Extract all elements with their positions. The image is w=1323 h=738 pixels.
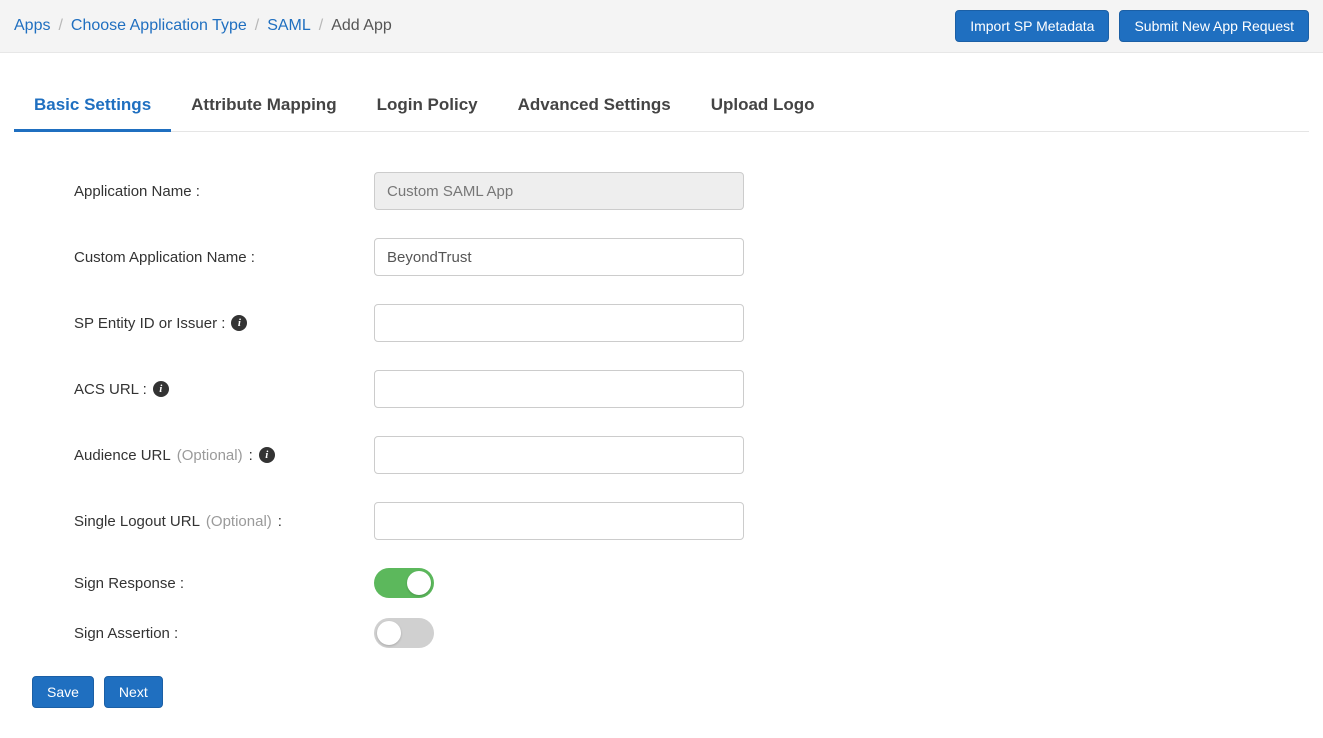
label-application-name: Application Name : bbox=[74, 183, 374, 200]
info-icon[interactable]: i bbox=[259, 447, 275, 463]
single-logout-url-input[interactable] bbox=[374, 502, 744, 540]
label-optional: (Optional) bbox=[177, 447, 243, 464]
tabs: Basic Settings Attribute Mapping Login P… bbox=[14, 83, 1309, 132]
sp-entity-id-input[interactable] bbox=[374, 304, 744, 342]
label-text: Single Logout URL bbox=[74, 513, 200, 530]
tab-attribute-mapping[interactable]: Attribute Mapping bbox=[171, 83, 356, 132]
form-area: Application Name : Custom Application Na… bbox=[14, 132, 914, 648]
label-optional: (Optional) bbox=[206, 513, 272, 530]
footer-buttons: Save Next bbox=[32, 676, 1309, 708]
row-sign-response: Sign Response : bbox=[74, 568, 914, 598]
save-button[interactable]: Save bbox=[32, 676, 94, 708]
label-sign-assertion: Sign Assertion : bbox=[74, 625, 374, 642]
breadcrumb-saml[interactable]: SAML bbox=[267, 17, 311, 35]
label-colon: : bbox=[249, 447, 253, 464]
submit-new-app-request-button[interactable]: Submit New App Request bbox=[1119, 10, 1309, 42]
row-sign-assertion: Sign Assertion : bbox=[74, 618, 914, 648]
row-audience-url: Audience URL (Optional) : i bbox=[74, 436, 914, 474]
label-sign-response: Sign Response : bbox=[74, 575, 374, 592]
toggle-knob bbox=[407, 571, 431, 595]
breadcrumb-sep: / bbox=[319, 17, 323, 35]
toggle-knob bbox=[377, 621, 401, 645]
tab-advanced-settings[interactable]: Advanced Settings bbox=[498, 83, 691, 132]
label-colon: : bbox=[278, 513, 282, 530]
row-sp-entity-id: SP Entity ID or Issuer : i bbox=[74, 304, 914, 342]
row-application-name: Application Name : bbox=[74, 172, 914, 210]
top-bar: Apps / Choose Application Type / SAML / … bbox=[0, 0, 1323, 53]
custom-application-name-input[interactable] bbox=[374, 238, 744, 276]
info-icon[interactable]: i bbox=[153, 381, 169, 397]
label-audience-url: Audience URL (Optional) : i bbox=[74, 447, 374, 464]
content: Basic Settings Attribute Mapping Login P… bbox=[0, 53, 1323, 738]
breadcrumb-choose-application-type[interactable]: Choose Application Type bbox=[71, 17, 247, 35]
application-name-input bbox=[374, 172, 744, 210]
row-single-logout-url: Single Logout URL (Optional) : bbox=[74, 502, 914, 540]
label-text: Audience URL bbox=[74, 447, 171, 464]
label-acs-url: ACS URL : i bbox=[74, 381, 374, 398]
breadcrumb: Apps / Choose Application Type / SAML / … bbox=[14, 17, 392, 35]
acs-url-input[interactable] bbox=[374, 370, 744, 408]
label-text: Application Name : bbox=[74, 183, 200, 200]
sign-assertion-toggle[interactable] bbox=[374, 618, 434, 648]
next-button[interactable]: Next bbox=[104, 676, 163, 708]
sign-response-toggle[interactable] bbox=[374, 568, 434, 598]
tab-login-policy[interactable]: Login Policy bbox=[357, 83, 498, 132]
tab-upload-logo[interactable]: Upload Logo bbox=[691, 83, 835, 132]
breadcrumb-sep: / bbox=[58, 17, 62, 35]
label-text: Sign Response : bbox=[74, 575, 184, 592]
info-icon[interactable]: i bbox=[231, 315, 247, 331]
label-text: ACS URL : bbox=[74, 381, 147, 398]
label-text: Custom Application Name : bbox=[74, 249, 255, 266]
breadcrumb-sep: / bbox=[255, 17, 259, 35]
top-buttons: Import SP Metadata Submit New App Reques… bbox=[955, 10, 1309, 42]
tab-basic-settings[interactable]: Basic Settings bbox=[14, 83, 171, 132]
label-text: SP Entity ID or Issuer : bbox=[74, 315, 225, 332]
label-single-logout-url: Single Logout URL (Optional) : bbox=[74, 513, 374, 530]
breadcrumb-apps[interactable]: Apps bbox=[14, 17, 50, 35]
label-custom-application-name: Custom Application Name : bbox=[74, 249, 374, 266]
breadcrumb-current: Add App bbox=[331, 17, 392, 35]
row-acs-url: ACS URL : i bbox=[74, 370, 914, 408]
row-custom-application-name: Custom Application Name : bbox=[74, 238, 914, 276]
audience-url-input[interactable] bbox=[374, 436, 744, 474]
label-sp-entity-id: SP Entity ID or Issuer : i bbox=[74, 315, 374, 332]
import-sp-metadata-button[interactable]: Import SP Metadata bbox=[955, 10, 1109, 42]
label-text: Sign Assertion : bbox=[74, 625, 178, 642]
